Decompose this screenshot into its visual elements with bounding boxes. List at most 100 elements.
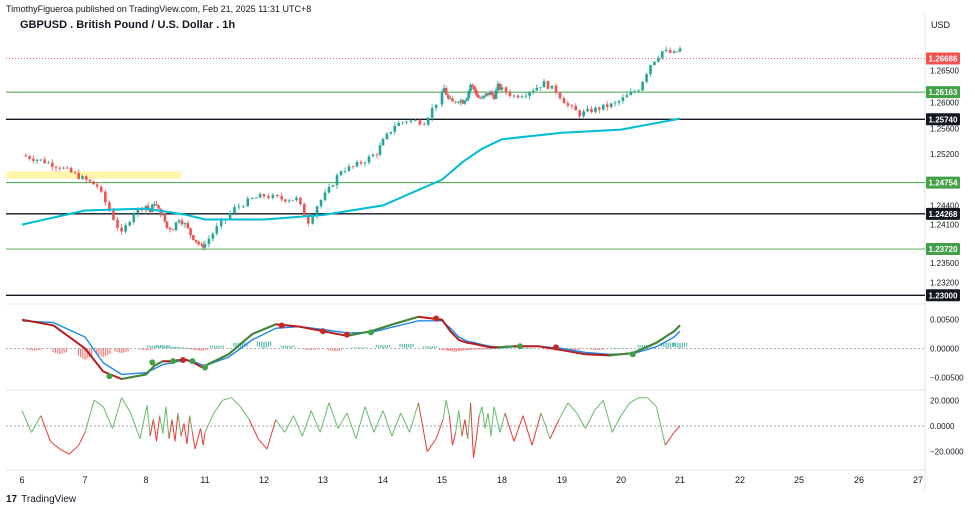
histogram-bar	[495, 348, 497, 350]
histogram-bar	[675, 342, 677, 348]
candle-body	[389, 131, 393, 134]
histogram-bar	[336, 348, 338, 352]
momentum-segment	[673, 425, 681, 433]
candle-body	[347, 166, 351, 171]
candle-body	[500, 87, 504, 90]
candle-body	[32, 158, 35, 161]
histogram-bar	[127, 348, 129, 352]
histogram-bar	[665, 342, 667, 348]
candle-body	[418, 120, 422, 125]
momentum-segment	[93, 399, 104, 408]
histogram-bar	[365, 347, 367, 349]
momentum-segment	[522, 415, 533, 446]
momentum-segment	[435, 419, 444, 439]
tradingview-logo[interactable]: 17 TradingView	[6, 494, 76, 505]
candle-body	[637, 90, 640, 92]
signal-marker	[553, 344, 559, 351]
histogram-bar	[478, 348, 480, 350]
candle-body	[280, 196, 283, 200]
histogram-bar	[194, 348, 196, 350]
time-tick-label: 21	[675, 475, 685, 485]
time-tick-label: 20	[616, 475, 626, 485]
candle-body	[668, 50, 672, 53]
candle-body	[237, 206, 241, 208]
histogram-bar	[412, 343, 414, 347]
momentum-segment	[472, 438, 477, 459]
candle-body	[73, 172, 77, 174]
histogram-bar	[211, 345, 213, 348]
oscillator-rising-segment	[204, 353, 230, 367]
time-tick-label: 12	[259, 475, 269, 485]
histogram-bar	[389, 345, 391, 348]
momentum-segment	[248, 419, 259, 439]
histogram-bar	[121, 348, 123, 354]
histogram-bar	[493, 348, 495, 350]
oscillator-rising-segment	[673, 324, 681, 332]
histogram-bar	[190, 347, 192, 349]
histogram-bar	[481, 348, 483, 350]
histogram-bar	[256, 341, 258, 347]
candle-body	[423, 124, 426, 126]
candle-body	[189, 228, 192, 236]
histogram-bar	[54, 348, 56, 353]
histogram-bar	[594, 348, 596, 351]
momentum-segment	[121, 397, 132, 414]
candle-body	[250, 197, 254, 199]
histogram-bar	[171, 347, 173, 349]
histogram-bar	[193, 347, 195, 349]
level-price-label: 1.23720	[929, 245, 958, 254]
candle-body	[371, 154, 375, 157]
candle-body	[566, 103, 570, 106]
histogram-bar	[184, 347, 186, 349]
histogram-bar	[542, 348, 544, 350]
histogram-bar	[341, 348, 343, 351]
histogram-bar	[467, 348, 469, 350]
histogram-bar	[80, 348, 82, 358]
histogram-bar	[681, 342, 683, 348]
histogram-bar	[431, 346, 433, 349]
histogram-bar	[205, 348, 207, 351]
momentum-segment	[68, 444, 80, 455]
price-tick-label: 1.24100	[930, 221, 959, 230]
histogram-bar	[477, 348, 479, 350]
candle-body	[653, 61, 656, 65]
candle-body	[254, 197, 258, 199]
momentum-segment	[186, 415, 191, 444]
oscillator-rising-segment	[497, 345, 515, 349]
momentum-segment	[149, 419, 154, 437]
momentum-segment	[558, 402, 569, 420]
histogram-bar	[29, 348, 31, 351]
chart-canvas[interactable]: 1.26686 1.26163 1.25740 1.24754 1.24268 1.237…	[0, 0, 975, 511]
momentum-segment	[647, 397, 657, 408]
histogram-bar	[200, 348, 202, 351]
candle-body	[242, 206, 245, 208]
candle-body	[401, 122, 404, 124]
candle-body	[112, 210, 115, 220]
histogram-bar	[523, 347, 525, 349]
oscillator-rising-segment	[145, 365, 156, 376]
momentum-segment	[102, 406, 113, 429]
histogram-bar	[59, 348, 61, 355]
momentum-segment	[504, 412, 515, 442]
histogram-bar	[596, 348, 598, 351]
histogram-bar	[380, 345, 382, 349]
candle-body	[66, 167, 69, 169]
candle-body	[397, 122, 401, 126]
histogram-bar	[489, 348, 491, 350]
time-tick-label: 19	[557, 475, 567, 485]
momentum-segment	[159, 415, 164, 434]
histogram-bar	[473, 348, 475, 350]
candle-body	[351, 166, 355, 168]
candle-body	[219, 220, 223, 227]
histogram-bar	[460, 348, 462, 351]
momentum-segment	[426, 438, 437, 452]
momentum-segment	[180, 423, 185, 437]
candle-body	[504, 87, 508, 93]
momentum-tick-label: −20.0000	[930, 448, 964, 457]
oscillator-rising-segment	[121, 373, 147, 381]
candle-body	[440, 92, 444, 105]
histogram-bar	[104, 348, 107, 357]
candle-body	[174, 222, 178, 230]
candle-body	[99, 186, 103, 192]
momentum-segment	[257, 438, 268, 450]
